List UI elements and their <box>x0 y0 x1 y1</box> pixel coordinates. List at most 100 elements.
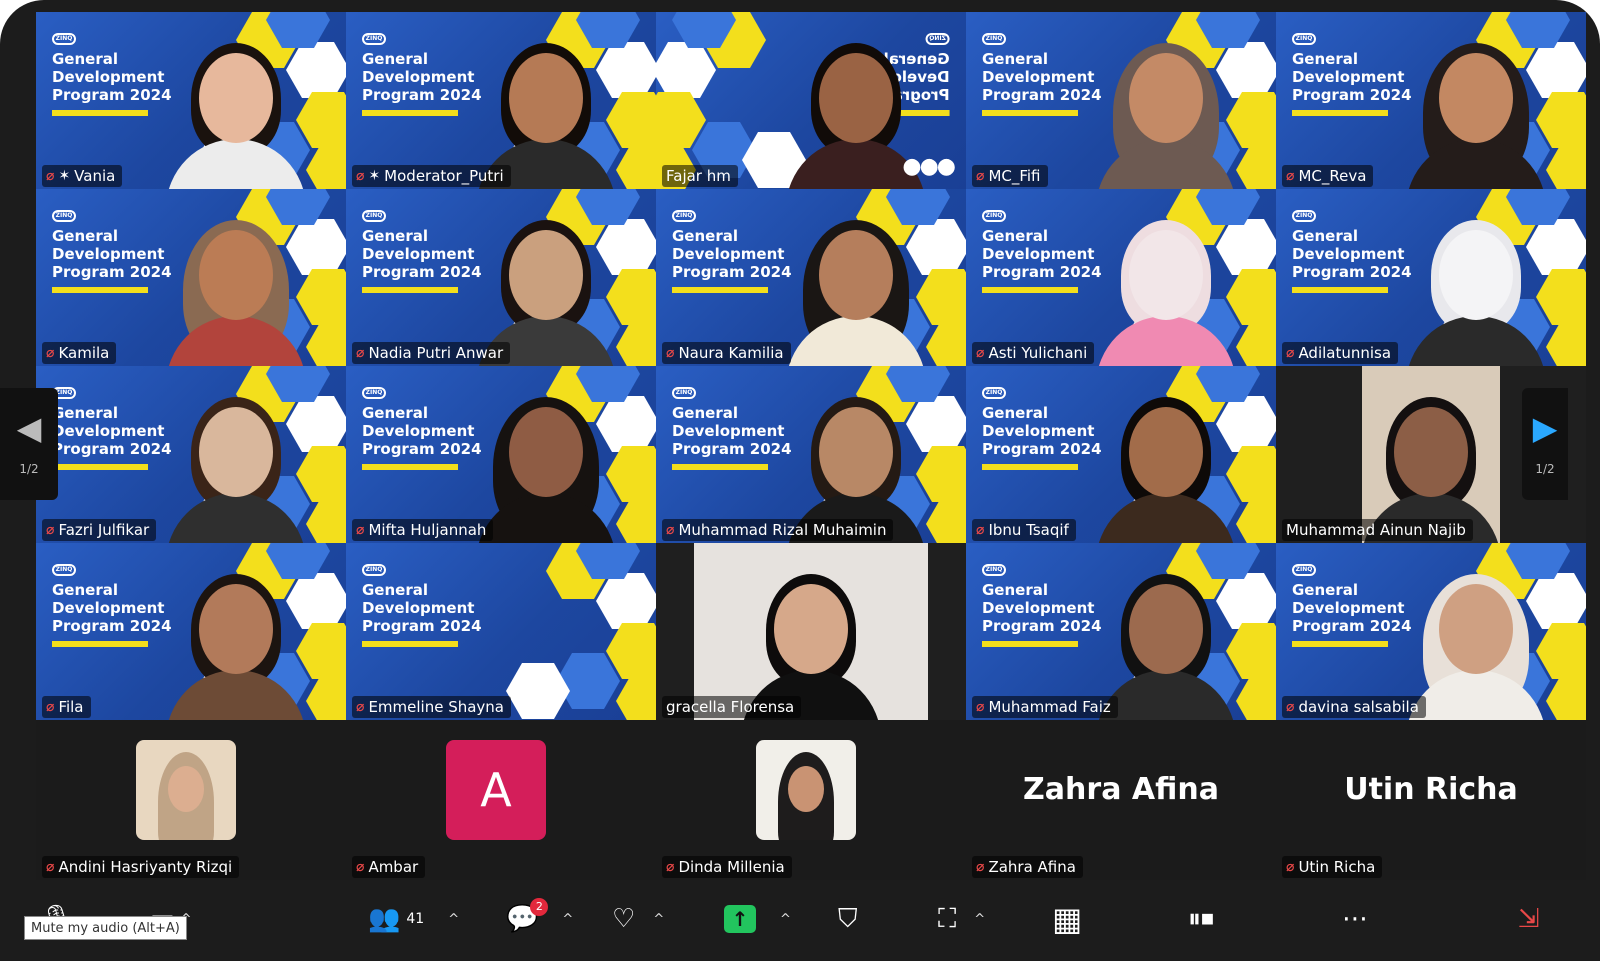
video-tile[interactable]: ZINQ General Development Program 2024 ⌀ Naura… <box>656 189 966 366</box>
focus-button[interactable]: ⛶ ^ <box>938 902 985 936</box>
video-tile[interactable]: ZINQ General Development Program 2024 ⌀ davin… <box>1276 543 1586 720</box>
participant-name: Ambar <box>368 858 419 876</box>
participant-name-label: ⌀ MC_Reva <box>1282 165 1374 187</box>
video-tile[interactable]: ZINQ General Development Program 2024 ⌀ ✶ Vani… <box>36 12 346 189</box>
participant-name: Utin Richa <box>1298 858 1376 876</box>
prev-page-button[interactable]: ◀ 1/2 <box>0 388 58 500</box>
more-button[interactable]: ⋯ <box>1342 902 1368 936</box>
slide-title: ZINQGeneralDevelopmentProgram 2024 <box>362 557 482 647</box>
participant-video <box>161 570 311 720</box>
slide-logo: ZINQ <box>52 210 76 222</box>
video-tile[interactable]: ZINQ General Development Program 2024 ⌀ Mifta… <box>346 366 656 543</box>
reactions-button[interactable]: ♡ ^ <box>612 902 664 936</box>
leave-button[interactable]: ⇲ <box>1518 902 1540 936</box>
apps-button[interactable]: ▦ <box>1052 902 1082 936</box>
next-page-button[interactable]: ▶ 1/2 <box>1522 388 1568 500</box>
face <box>509 407 583 497</box>
participants-icon: 👥 <box>368 904 401 934</box>
slide-title-line: Program 2024 <box>52 263 172 281</box>
chat-caret[interactable]: ^ <box>562 912 573 927</box>
slide-title: ZINQGeneralDevelopmentProgram 2024 <box>982 557 1102 647</box>
share-caret[interactable]: ^ <box>780 912 791 927</box>
audio-only-tile[interactable]: Zahra Afina ⌀ Zahra Afina <box>966 720 1276 880</box>
slide-tagline-bar <box>52 641 148 647</box>
slide-logo: ZINQ <box>982 33 1006 45</box>
audio-only-tile[interactable]: ⌀ Dinda Millenia <box>656 720 966 880</box>
slide-title-line: Program 2024 <box>672 263 792 281</box>
slide-title-line: Program 2024 <box>362 440 482 458</box>
participant-strip: ⌀ Andini Hasriyanty Rizqi A ⌀ Ambar ⌀ Dinda Mi… <box>36 720 1586 880</box>
share-screen-button[interactable]: ↑ ^ <box>724 902 791 936</box>
video-tile[interactable]: ZINQ General Development Program 2024 ⌀ ✶ Mode… <box>346 12 656 189</box>
chat-button[interactable]: 💬 2 ^ <box>506 898 573 936</box>
tile-more-options-icon[interactable]: ●●● <box>902 154 956 179</box>
video-tile[interactable]: ZINQ General Development Program 2024 ⌀ Adila… <box>1276 189 1586 366</box>
participant-name: Muhammad Ainun Najib <box>1286 521 1466 539</box>
participant-video <box>781 216 931 366</box>
participant-video <box>161 216 311 366</box>
audio-only-tile[interactable]: Utin Richa ⌀ Utin Richa <box>1276 720 1586 880</box>
video-tile[interactable]: ZINQ General Development Program 2024 ⌀ Asti … <box>966 189 1276 366</box>
video-tile[interactable]: ZINQ General Development Program 2024 ⌀ MC_Re… <box>1276 12 1586 189</box>
slide-tagline-bar <box>362 110 458 116</box>
reactions-caret[interactable]: ^ <box>653 912 664 927</box>
participants-button[interactable]: 👥 41 ^ <box>368 902 459 936</box>
slide-logo: ZINQ <box>362 210 386 222</box>
participant-name-label: ⌀ Emmeline Shayna <box>352 696 512 718</box>
participants-caret[interactable]: ^ <box>448 912 459 927</box>
slide-title-line: Development <box>672 245 785 263</box>
slide-tagline-bar <box>982 110 1078 116</box>
slide-title-line: Development <box>982 422 1095 440</box>
torso <box>1406 316 1546 366</box>
chat-icon: 💬 2 <box>506 898 549 932</box>
video-tile[interactable]: ZINQ General Development Program 2024 ⌀ Muham… <box>966 543 1276 720</box>
slide-title: ZINQGeneralDevelopmentProgram 2024 <box>982 26 1102 116</box>
video-tile[interactable]: ZINQ General Development Program 2024 ⌀ Fazri… <box>36 366 346 543</box>
slide-title-line: General <box>982 50 1048 68</box>
focus-caret[interactable]: ^ <box>974 912 985 927</box>
participant-name-label: Muhammad Ainun Najib <box>1282 519 1473 541</box>
participant-video <box>1401 39 1551 189</box>
face <box>1439 584 1513 674</box>
torso <box>166 493 306 543</box>
video-tile[interactable]: ZINQ General Development Program 2024 ⌀ Nadia… <box>346 189 656 366</box>
participant-name: Nadia Putri Anwar <box>368 344 504 362</box>
video-tile[interactable]: ZINQ General Development Program 2024 ⌀ Muham… <box>656 366 966 543</box>
muted-mic-icon: ⌀ <box>46 522 55 538</box>
display-name: Utin Richa <box>1344 772 1518 807</box>
video-tile[interactable]: ZINQGeneralDevelopmentProgram 2024Fajar … <box>656 12 966 189</box>
video-tile[interactable]: ZINQ General Development Program 2024 ⌀ MC_Fi… <box>966 12 1276 189</box>
face <box>199 584 273 674</box>
slide-title-line: Program 2024 <box>52 440 172 458</box>
security-button[interactable]: ⛉ <box>838 902 858 936</box>
slide-logo: ZINQ <box>672 210 696 222</box>
audio-only-tile[interactable]: ⌀ Andini Hasriyanty Rizqi <box>36 720 346 880</box>
participant-name-label: ⌀ Andini Hasriyanty Rizqi <box>42 856 240 878</box>
audio-only-tile[interactable]: A ⌀ Ambar <box>346 720 656 880</box>
participant-name: Naura Kamilia <box>678 344 784 362</box>
participant-name-label: ⌀ Mifta Huljannah <box>352 519 494 541</box>
participant-name-label: ⌀ Fazri Julfikar <box>42 519 157 541</box>
slide-title-line: General <box>52 404 118 422</box>
slide-title-line: Development <box>362 422 475 440</box>
video-tile[interactable]: gracella Florensa <box>656 543 966 720</box>
participant-name-label: Fajar hm <box>662 165 738 187</box>
video-tile[interactable]: ZINQ General Development Program 2024 ⌀ Emmel… <box>346 543 656 720</box>
avatar-initial: A <box>446 740 546 840</box>
slide-title: ZINQGeneralDevelopmentProgram 2024 <box>1292 203 1412 293</box>
chat-badge: 2 <box>530 898 549 916</box>
slide-title-line: Program 2024 <box>672 440 792 458</box>
record-button[interactable]: ⏸⏹ <box>1188 902 1214 936</box>
muted-mic-icon: ⌀ <box>1286 699 1295 715</box>
slide-title-line: Program 2024 <box>1292 617 1412 635</box>
slide-tagline-bar <box>1292 641 1388 647</box>
slide-title: ZINQGeneralDevelopmentProgram 2024 <box>1292 557 1412 647</box>
page-indicator-left: 1/2 <box>19 462 39 476</box>
video-tile[interactable]: ZINQ General Development Program 2024 ⌀ Ibnu … <box>966 366 1276 543</box>
face <box>819 230 893 320</box>
slide-title: ZINQGeneralDevelopmentProgram 2024 <box>52 380 172 470</box>
video-tile[interactable]: ZINQ General Development Program 2024 ⌀ Fila <box>36 543 346 720</box>
page-indicator-right: 1/2 <box>1535 462 1555 476</box>
video-tile[interactable]: ZINQ General Development Program 2024 ⌀ Kamil… <box>36 189 346 366</box>
slide-title-line: General <box>1292 50 1358 68</box>
